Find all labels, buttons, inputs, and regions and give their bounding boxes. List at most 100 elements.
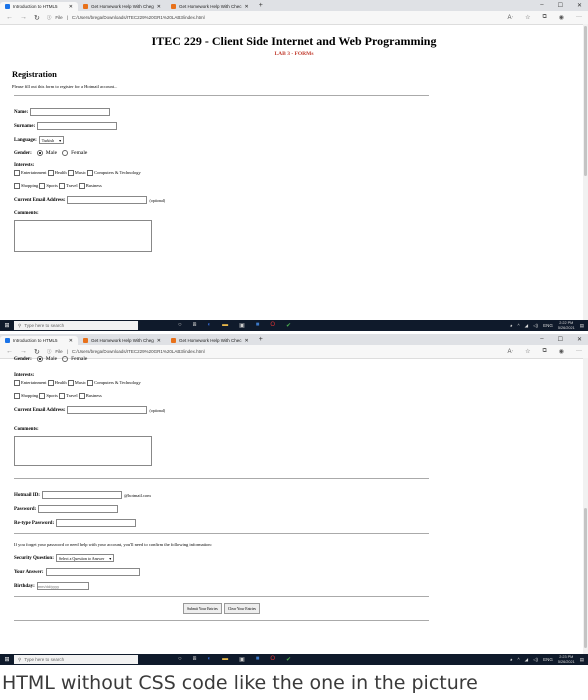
- tab-chegg-2[interactable]: Get Homework Help With Chec ✕: [166, 336, 254, 345]
- retype-password-input[interactable]: [56, 519, 137, 527]
- edge-icon[interactable]: ◐: [207, 656, 211, 663]
- tab-chegg-1[interactable]: Get Homework Help With Cheg ✕: [78, 336, 166, 345]
- close-icon[interactable]: ✕: [245, 4, 249, 10]
- birthday-input[interactable]: [36, 582, 89, 590]
- interest-shopping-checkbox[interactable]: [14, 183, 20, 189]
- windows-start-icon[interactable]: ⊞: [0, 656, 14, 663]
- minimize-icon[interactable]: –: [540, 336, 543, 343]
- new-tab-button[interactable]: +: [254, 2, 268, 9]
- opera-icon[interactable]: O: [270, 656, 275, 663]
- close-icon[interactable]: ✕: [245, 338, 249, 344]
- volume-icon[interactable]: ◁): [533, 657, 538, 663]
- clear-button[interactable]: Clear Your Entries: [223, 603, 261, 614]
- back-icon[interactable]: ←: [6, 348, 13, 355]
- file-explorer-icon[interactable]: ▬: [222, 656, 228, 663]
- forward-icon[interactable]: →: [20, 348, 27, 355]
- store-icon[interactable]: ▣: [239, 322, 245, 329]
- notification-icon[interactable]: ▤: [580, 323, 584, 329]
- profile-icon[interactable]: ◉: [559, 14, 564, 21]
- gender-female-radio[interactable]: [62, 150, 69, 156]
- password-input[interactable]: [38, 505, 119, 513]
- interest-computers-checkbox[interactable]: [87, 380, 94, 386]
- url-field[interactable]: ⓘ File | C:/Users/brega/Downloads/ITEC22…: [47, 15, 501, 21]
- cortana-icon[interactable]: ○: [178, 322, 182, 329]
- profile-icon[interactable]: ◉: [559, 348, 564, 355]
- network-icon[interactable]: ◢: [525, 657, 528, 663]
- notification-icon[interactable]: ▤: [580, 657, 584, 663]
- back-icon[interactable]: ←: [6, 14, 13, 21]
- read-aloud-icon[interactable]: Aᐧ: [508, 14, 514, 21]
- name-input[interactable]: [30, 108, 111, 116]
- store-icon[interactable]: ▣: [239, 656, 245, 663]
- interest-travel-checkbox[interactable]: [59, 393, 66, 399]
- tray-expand-icon[interactable]: ^: [518, 323, 520, 328]
- task-view-icon[interactable]: ⧈: [193, 322, 197, 329]
- close-icon[interactable]: ✕: [69, 4, 73, 10]
- language-indicator[interactable]: ENG: [543, 657, 553, 662]
- maximize-icon[interactable]: ☐: [558, 2, 563, 9]
- network-icon[interactable]: ◢: [525, 323, 528, 329]
- gender-male-radio[interactable]: [36, 356, 43, 362]
- more-icon[interactable]: ···: [576, 348, 582, 355]
- interest-business-checkbox[interactable]: [78, 183, 85, 189]
- refresh-icon[interactable]: ↻: [34, 14, 40, 22]
- clock[interactable]: 2:23 PM 5/26/2021: [558, 655, 575, 664]
- interest-entertainment-checkbox[interactable]: [14, 170, 20, 176]
- email-input[interactable]: [67, 406, 148, 414]
- tab-intro-html5[interactable]: Introduction to HTML5 ✕: [0, 2, 78, 11]
- interest-sports-checkbox[interactable]: [39, 393, 46, 399]
- scrollbar[interactable]: [583, 358, 588, 654]
- minimize-icon[interactable]: –: [540, 2, 543, 9]
- collections-icon[interactable]: ⧉: [542, 348, 546, 355]
- email-input[interactable]: [67, 196, 148, 204]
- surname-input[interactable]: [37, 122, 118, 130]
- opera-icon[interactable]: O: [270, 322, 275, 329]
- interest-entertainment-checkbox[interactable]: [14, 380, 20, 386]
- check-app-icon[interactable]: ✔: [286, 656, 291, 663]
- more-icon[interactable]: ···: [576, 14, 582, 21]
- taskbar-search[interactable]: ⚲ Type here to search: [14, 655, 138, 664]
- new-tab-button[interactable]: +: [254, 336, 268, 343]
- security-question-select[interactable]: Select a Question to Answer ▾: [55, 554, 115, 562]
- maximize-icon[interactable]: ☐: [558, 336, 563, 343]
- word-icon[interactable]: ■: [256, 656, 260, 663]
- interest-music-checkbox[interactable]: [67, 170, 74, 176]
- language-indicator[interactable]: ENG: [543, 323, 553, 328]
- scroll-thumb[interactable]: [584, 508, 587, 648]
- interest-health-checkbox[interactable]: [47, 380, 54, 386]
- submit-button[interactable]: Submit Your Entries: [182, 603, 222, 614]
- scrollbar[interactable]: [583, 24, 588, 320]
- task-view-icon[interactable]: ⧈: [193, 656, 197, 663]
- interest-travel-checkbox[interactable]: [59, 183, 66, 189]
- interest-business-checkbox[interactable]: [78, 393, 85, 399]
- gender-male-radio[interactable]: [36, 150, 43, 156]
- interest-health-checkbox[interactable]: [47, 170, 54, 176]
- cortana-icon[interactable]: ○: [178, 656, 182, 663]
- gender-female-radio[interactable]: [62, 356, 69, 362]
- tray-expand-icon[interactable]: ^: [518, 657, 520, 662]
- read-aloud-icon[interactable]: Aᐧ: [508, 348, 514, 355]
- language-select[interactable]: Turkish ▾: [38, 136, 65, 144]
- file-explorer-icon[interactable]: ▬: [222, 322, 228, 329]
- favorite-icon[interactable]: ☆: [525, 348, 530, 355]
- collections-icon[interactable]: ⧉: [542, 14, 546, 21]
- favorite-icon[interactable]: ☆: [525, 14, 530, 21]
- volume-icon[interactable]: ◁): [533, 323, 538, 329]
- taskbar-search[interactable]: ⚲ Type here to search: [14, 321, 138, 330]
- interest-computers-checkbox[interactable]: [87, 170, 94, 176]
- answer-input[interactable]: [45, 568, 140, 576]
- word-icon[interactable]: ■: [256, 322, 260, 329]
- scroll-thumb[interactable]: [584, 26, 587, 176]
- clock[interactable]: 2:22 PM 5/26/2021: [558, 321, 575, 330]
- refresh-icon[interactable]: ↻: [34, 348, 40, 356]
- close-icon[interactable]: ✕: [157, 4, 161, 10]
- forward-icon[interactable]: →: [20, 14, 27, 21]
- tray-app-icon[interactable]: ◕: [510, 323, 513, 328]
- windows-start-icon[interactable]: ⊞: [0, 322, 14, 329]
- close-window-icon[interactable]: ✕: [577, 2, 582, 9]
- close-icon[interactable]: ✕: [157, 338, 161, 344]
- tray-app-icon[interactable]: ◕: [510, 657, 513, 662]
- tab-chegg-1[interactable]: Get Homework Help With Cheg ✕: [78, 2, 166, 11]
- comments-textarea[interactable]: [14, 436, 152, 466]
- hotmail-id-input[interactable]: [41, 491, 122, 499]
